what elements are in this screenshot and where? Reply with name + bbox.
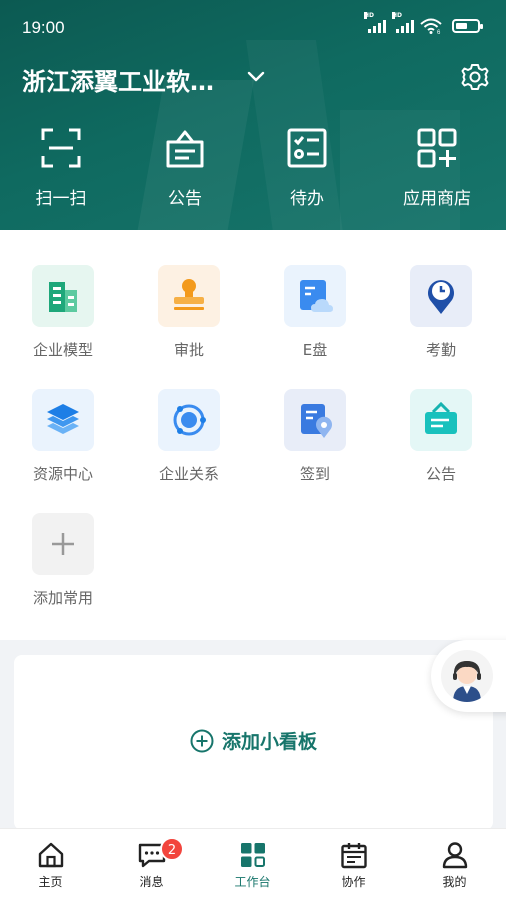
layers-icon [47,404,79,434]
tab-label: 协作 [341,875,366,889]
customer-service-icon [453,660,481,702]
tab-label: 我的 [442,875,467,889]
tab-collaboration[interactable]: 协作 [303,841,404,890]
tab-label: 工作台 [234,875,271,889]
unread-badge: 2 [160,837,184,861]
building-icon [49,282,77,312]
add-dashboard-label: 添加小看板 [221,731,317,753]
app-resource-center[interactable]: 资源中心 [0,389,126,484]
svg-text:6: 6 [437,30,441,34]
app-label: 公告 [425,465,456,483]
status-icons: HD HD 6 [364,12,483,34]
customer-service-avatar [441,650,493,702]
quick-action-scan[interactable]: 扫一扫 [6,126,116,209]
app-enterprise-model[interactable]: 企业模型 [0,265,126,360]
tab-profile[interactable]: 我的 [404,841,505,890]
status-bar: 19:00 HD HD 6 [0,0,506,56]
plus-circle-icon [190,729,214,752]
quick-action-label: 公告 [168,189,202,209]
app-grid: 企业模型 审批 E盘 考勤 资源中心 企业关系 签到 公告 添加常用 [0,230,506,640]
app-label: 企业关系 [158,465,219,483]
quick-action-announcement[interactable]: 公告 [130,126,240,209]
quick-action-todo[interactable]: 待办 [252,126,362,209]
tab-label: 消息 [139,875,164,889]
workbench-icon [240,843,265,867]
customer-service-button[interactable] [431,640,506,712]
wifi-icon: 6 [420,18,442,34]
app-label: 考勤 [425,341,456,359]
quick-action-label: 扫一扫 [35,189,87,209]
status-time: 19:00 [22,18,65,37]
app-add-favorite[interactable]: 添加常用 [0,513,126,608]
app-tile [32,389,94,451]
app-tile [284,265,346,327]
quick-action-label: 应用商店 [403,189,471,209]
app-tile [410,265,472,327]
todo-icon [287,128,327,168]
app-tile [158,265,220,327]
battery-level [456,23,467,29]
add-dashboard-button[interactable]: 添加小看板 [14,727,493,754]
tab-messages[interactable]: 2 消息 [101,837,202,890]
app-tile [410,389,472,451]
app-label: 企业模型 [32,341,93,359]
user-icon [442,842,467,869]
app-announcement[interactable]: 公告 [378,389,504,484]
cellular-signal-icon: HD [364,12,386,33]
app-tile [32,265,94,327]
cloud-drive-icon [300,280,333,312]
header-banner: 19:00 HD HD 6 浙江添翼工业软… 扫一扫 公告 待办 应用商店 [0,0,506,230]
app-label: 签到 [299,465,330,483]
checkin-icon [301,404,332,438]
app-tile [32,513,94,575]
app-label: 添加常用 [32,589,93,607]
tab-workbench[interactable]: 工作台 [202,841,303,890]
cellular-signal-icon: HD [392,12,414,33]
announcement-icon [166,130,204,168]
gear-icon[interactable] [460,62,490,92]
scan-icon [41,128,81,168]
bottom-tab-bar: 主页 2 消息 工作台 协作 我的 [0,828,506,900]
app-tile [284,389,346,451]
app-e-drive[interactable]: E盘 [252,265,378,360]
home-icon [38,842,63,868]
location-clock-icon [428,280,454,314]
app-attendance[interactable]: 考勤 [378,265,504,360]
tab-home[interactable]: 主页 [0,841,101,890]
app-store-icon [417,128,457,168]
app-enterprise-relations[interactable]: 企业关系 [126,389,252,484]
quick-action-label: 待办 [290,189,324,209]
tab-label: 主页 [38,875,63,889]
battery-icon [452,19,483,33]
app-label: E盘 [302,341,328,359]
chevron-down-icon[interactable] [244,64,268,88]
app-tile [158,389,220,451]
announcement-icon [425,401,457,434]
calendar-icon [340,843,367,869]
stamp-icon [174,279,204,310]
plus-icon [52,533,74,555]
dashboard-card: 添加小看板 [14,655,493,830]
app-label: 资源中心 [32,465,93,483]
app-checkin[interactable]: 签到 [252,389,378,484]
network-icon [173,404,206,436]
company-name[interactable]: 浙江添翼工业软… [22,62,214,97]
quick-actions: 扫一扫 公告 待办 应用商店 [0,126,506,216]
app-approval[interactable]: 审批 [126,265,252,360]
quick-action-app-store[interactable]: 应用商店 [382,126,492,209]
app-label: 审批 [173,341,204,359]
